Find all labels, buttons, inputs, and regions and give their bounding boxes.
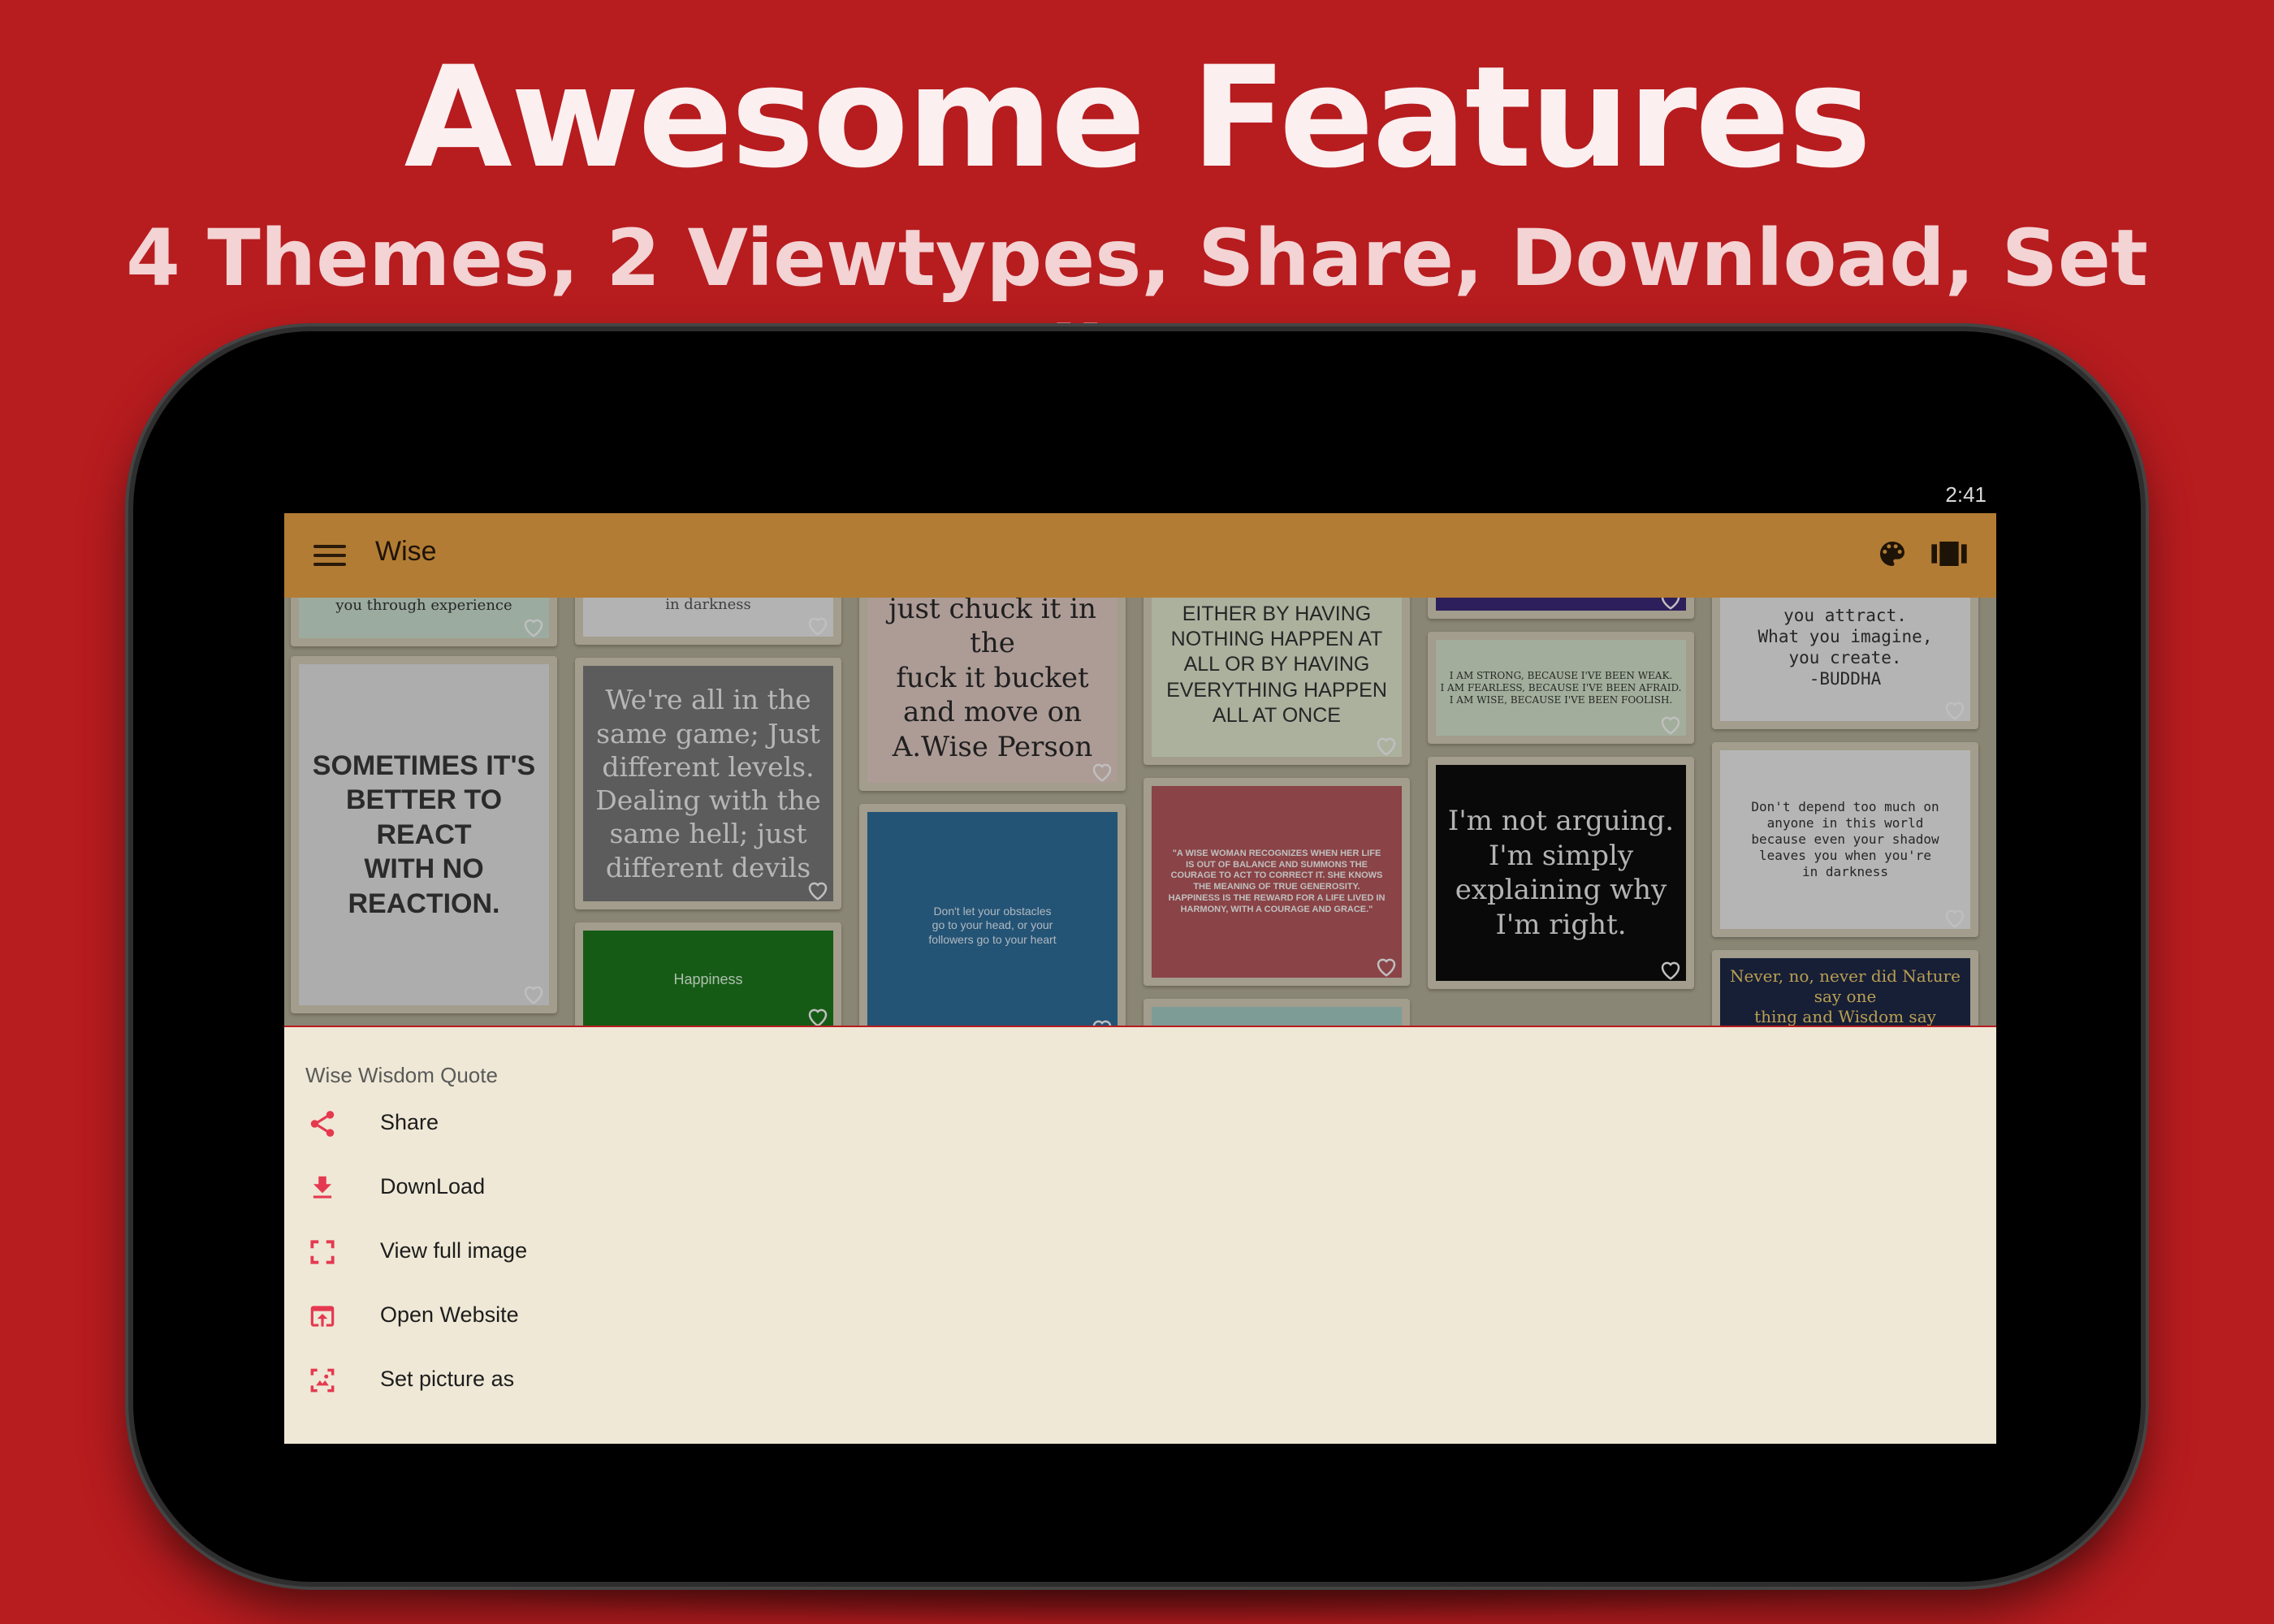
quote-image xyxy=(1152,1007,1402,1026)
favorite-heart-icon[interactable] xyxy=(806,879,830,901)
quote-card[interactable]: SOMETIMES IT'S BETTER TO REACT WITH NO REAC… xyxy=(291,656,557,1013)
sheet-title: Wise Wisdom Quote xyxy=(305,1063,498,1087)
favorite-heart-icon[interactable] xyxy=(521,983,546,1005)
set-picture-as-label: Set picture as xyxy=(380,1367,515,1391)
quote-card[interactable]: just chuck it in the fuck it bucket and mo… xyxy=(859,598,1126,791)
open-in-browser-icon xyxy=(310,1306,335,1327)
quote-card[interactable] xyxy=(1143,999,1410,1026)
quote-card[interactable]: I'm not arguing. I'm simply explaining wh… xyxy=(1428,757,1694,989)
quote-image: I'm not arguing. I'm simply explaining wh… xyxy=(1436,765,1686,981)
bottom-sheet: Wise Wisdom Quote Share DownLoad View fu… xyxy=(284,1026,1996,1444)
quote-image: in darkness xyxy=(583,598,833,637)
quote-card[interactable] xyxy=(1428,598,1694,619)
quote-text: in darkness xyxy=(665,598,751,613)
download-icon xyxy=(313,1176,332,1199)
favorite-heart-icon[interactable] xyxy=(1090,1017,1114,1026)
quote-card[interactable]: Don't let your obstacles go to your head,… xyxy=(859,804,1126,1026)
quote-text: you through experience xyxy=(335,598,512,614)
quote-image: We're all in the same game; Just different… xyxy=(583,666,833,901)
quote-card[interactable]: We're all in the same game; Just different… xyxy=(575,658,841,909)
favorite-heart-icon[interactable] xyxy=(806,1005,830,1026)
quote-card[interactable]: Happiness xyxy=(575,922,841,1026)
open-website-label: Open Website xyxy=(380,1302,519,1327)
app-title: Wise xyxy=(375,536,437,567)
quote-card[interactable]: "A WISE WOMAN RECOGNIZES WHEN HER LIFE IS… xyxy=(1143,778,1410,986)
quote-text: just chuck it in the fuck it bucket and mo… xyxy=(888,598,1096,763)
promo-headline: Awesome Features xyxy=(404,36,1872,199)
quote-image: EITHER BY HAVING NOTHING HAPPEN AT ALL OR … xyxy=(1152,598,1402,757)
favorite-heart-icon[interactable] xyxy=(1943,698,1967,721)
quote-image: Don't depend too much on anyone in this w… xyxy=(1720,750,1970,929)
quote-text: "A WISE WOMAN RECOGNIZES WHEN HER LIFE IS… xyxy=(1168,848,1386,914)
share-button[interactable]: Share xyxy=(284,1092,1996,1156)
favorite-heart-icon[interactable] xyxy=(1658,598,1683,611)
favorite-heart-icon[interactable] xyxy=(521,615,546,638)
quote-text: We're all in the same game; Just different… xyxy=(595,684,821,883)
quote-text: Happiness xyxy=(673,970,743,987)
view-type-icon[interactable] xyxy=(1931,538,1967,570)
favorite-heart-icon[interactable] xyxy=(1374,734,1399,757)
quote-text: Never, no, never did Nature say one thing… xyxy=(1729,966,1961,1026)
share-icon xyxy=(310,1111,335,1137)
quote-image: I AM STRONG, BECAUSE I'VE BEEN WEAK. I AM… xyxy=(1436,640,1686,736)
quote-card[interactable]: Never, no, never did Nature say one thing… xyxy=(1712,950,1978,1026)
quote-image xyxy=(1436,598,1686,611)
palette-icon[interactable] xyxy=(1876,538,1909,570)
download-label: DownLoad xyxy=(380,1174,486,1199)
fullscreen-icon xyxy=(310,1240,335,1264)
quote-image: "A WISE WOMAN RECOGNIZES WHEN HER LIFE IS… xyxy=(1152,786,1402,978)
quote-text: SOMETIMES IT'S BETTER TO REACT WITH NO REAC… xyxy=(312,749,536,919)
quote-text: EITHER BY HAVING NOTHING HAPPEN AT ALL OR … xyxy=(1166,602,1387,727)
quote-image: you through experience xyxy=(299,598,549,638)
favorite-heart-icon[interactable] xyxy=(1658,958,1683,981)
quote-text: I AM STRONG, BECAUSE I'VE BEEN WEAK. I AM… xyxy=(1440,669,1682,706)
quote-card[interactable]: Don't depend too much on anyone in this w… xyxy=(1712,742,1978,937)
tablet-screen: 2:41 Wise you through experience SOMETIME… xyxy=(284,477,1996,1444)
quote-text: I'm not arguing. I'm simply explaining wh… xyxy=(1447,805,1675,941)
quote-grid: you through experience SOMETIMES IT'S BETT… xyxy=(284,598,1996,1026)
quote-text: you attract. What you imagine, you create.… xyxy=(1757,605,1933,689)
set-picture-as-button[interactable]: Set picture as xyxy=(284,1349,1996,1413)
quote-image: SOMETIMES IT'S BETTER TO REACT WITH NO REAC… xyxy=(299,664,549,1005)
favorite-heart-icon[interactable] xyxy=(1658,713,1683,736)
open-website-button[interactable]: Open Website xyxy=(284,1285,1996,1349)
download-button[interactable]: DownLoad xyxy=(284,1156,1996,1220)
favorite-heart-icon[interactable] xyxy=(1090,760,1114,783)
quote-image: Never, no, never did Nature say one thing… xyxy=(1720,958,1970,1026)
quote-card[interactable]: EITHER BY HAVING NOTHING HAPPEN AT ALL OR … xyxy=(1143,598,1410,765)
quote-text: Don't let your obstacles go to your head,… xyxy=(928,904,1057,946)
view-full-image-button[interactable]: View full image xyxy=(284,1220,1996,1285)
favorite-heart-icon[interactable] xyxy=(1374,955,1399,978)
quote-image: Happiness xyxy=(583,931,833,1026)
quote-card[interactable]: you attract. What you imagine, you create.… xyxy=(1712,598,1978,729)
quote-image: you attract. What you imagine, you create.… xyxy=(1720,598,1970,721)
favorite-heart-icon[interactable] xyxy=(806,614,830,637)
quote-card[interactable]: you through experience xyxy=(291,598,557,646)
quote-card[interactable]: in darkness xyxy=(575,598,841,645)
quote-text: Don't depend too much on anyone in this w… xyxy=(1751,799,1939,879)
favorite-heart-icon[interactable] xyxy=(1943,906,1967,929)
quote-image: Don't let your obstacles go to your head,… xyxy=(867,812,1118,1026)
view-full-image-label: View full image xyxy=(380,1238,528,1263)
share-label: Share xyxy=(380,1110,439,1134)
status-bar: 2:41 xyxy=(284,477,1996,513)
app-bar: Wise xyxy=(284,513,1996,598)
status-time: 2:41 xyxy=(1945,482,1987,507)
set-picture-icon xyxy=(310,1368,335,1393)
menu-icon[interactable] xyxy=(313,539,346,572)
quote-image: just chuck it in the fuck it bucket and mo… xyxy=(867,598,1118,783)
quote-card[interactable]: I AM STRONG, BECAUSE I'VE BEEN WEAK. I AM… xyxy=(1428,632,1694,744)
